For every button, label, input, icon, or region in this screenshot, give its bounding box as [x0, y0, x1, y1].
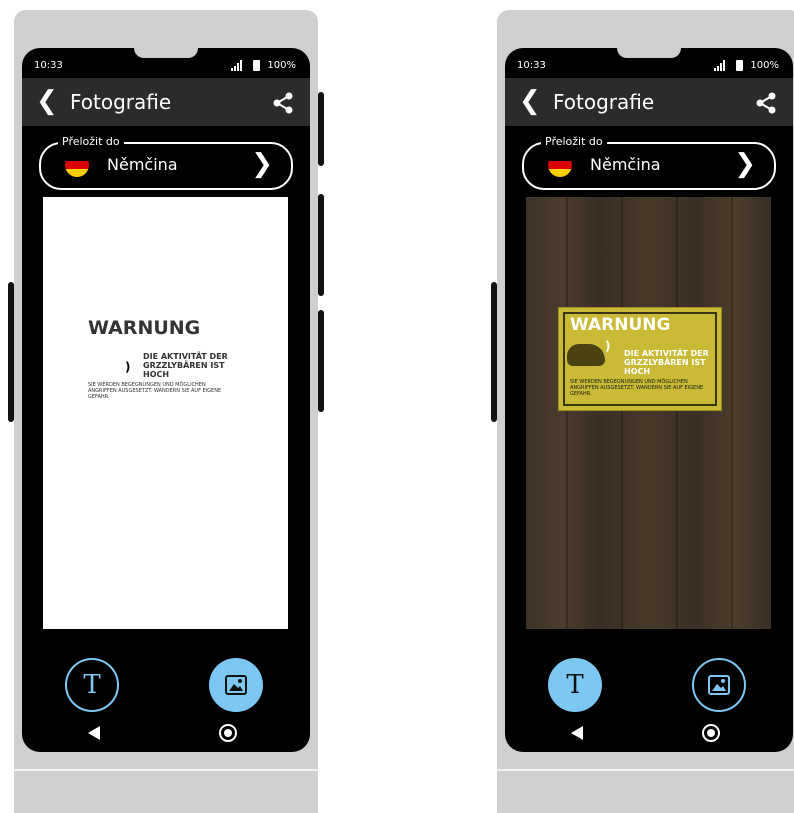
chevron-left-icon[interactable]: ❮ — [519, 86, 541, 116]
device-right: 10:33 100% ❮ Fotografie Přeložit do Němč… — [491, 10, 794, 813]
language-label: Přeložit do — [58, 135, 124, 148]
notch — [617, 48, 681, 58]
nav-back-icon[interactable] — [571, 726, 583, 740]
side-button — [491, 282, 497, 422]
page-title: Fotografie — [70, 90, 172, 114]
photo-preview: WARNUNG ) DIE AKTIVITÄT DER GRZZLYBÄREN … — [526, 197, 771, 629]
share-icon[interactable] — [272, 92, 294, 114]
nav-home-icon[interactable] — [702, 724, 720, 742]
side-button — [318, 310, 324, 412]
language-label: Přeložit do — [541, 135, 607, 148]
notch — [134, 48, 198, 58]
phone-screen: 10:33 100% ❮ Fotografie Přeložit do Němč… — [505, 48, 793, 752]
status-bar: 10:33 100% — [515, 60, 783, 74]
bark-line — [621, 197, 623, 629]
text-mode-button[interactable]: T — [548, 658, 602, 712]
image-mode-button[interactable] — [692, 658, 746, 712]
divider — [497, 769, 794, 771]
side-button — [318, 194, 324, 296]
nav-bar — [22, 718, 310, 748]
device-left: 10:33 100% ❮ Fotografie Přeložit do Němč… — [8, 10, 324, 813]
nav-home-icon[interactable] — [219, 724, 237, 742]
divider — [14, 769, 318, 771]
sign-subtitle-2: GRZZLYBÄREN IST — [143, 361, 225, 370]
phone-screen: 10:33 100% ❮ Fotografie Přeložit do Němč… — [22, 48, 310, 752]
language-selector[interactable]: Němčina ❯ — [39, 142, 293, 190]
germany-flag-icon — [548, 153, 572, 177]
signal-icon — [231, 60, 242, 71]
language-name: Němčina — [590, 155, 661, 174]
signal-icon — [714, 60, 725, 71]
sign-title: WARNUNG — [88, 317, 201, 339]
status-time: 10:33 — [517, 60, 546, 71]
sign-paren: ) — [125, 360, 131, 374]
language-selector[interactable]: Němčina ❯ — [522, 142, 776, 190]
status-time: 10:33 — [34, 60, 63, 71]
image-mode-button[interactable] — [209, 658, 263, 712]
sign-paren: ) — [605, 339, 611, 353]
language-name: Němčina — [107, 155, 178, 174]
bear-silhouette — [567, 344, 605, 366]
chevron-right-icon: ❯ — [734, 149, 756, 179]
nav-bar — [505, 718, 793, 748]
app-bar: ❮ Fotografie — [505, 78, 793, 126]
image-icon — [708, 675, 730, 695]
sign-subtitle-2: GRZZLYBÄREN IST — [624, 358, 706, 367]
sign-body-3: GEFAHR. — [88, 394, 110, 400]
sign-body-3: GEFAHR. — [570, 391, 592, 397]
text-icon: T — [83, 670, 101, 700]
nav-back-icon[interactable] — [88, 726, 100, 740]
battery-percent: 100% — [750, 60, 779, 71]
chevron-left-icon[interactable]: ❮ — [36, 86, 58, 116]
side-button — [8, 282, 14, 422]
text-icon: T — [566, 670, 584, 700]
battery-icon — [736, 60, 743, 71]
bark-line — [676, 197, 678, 629]
sign-subtitle-1: DIE AKTIVITÄT DER — [624, 349, 709, 358]
image-icon — [225, 675, 247, 695]
bark-line — [566, 197, 568, 629]
status-bar: 10:33 100% — [32, 60, 300, 74]
page-title: Fotografie — [553, 90, 655, 114]
sign-title: WARNUNG — [570, 315, 671, 335]
sign-subtitle-1: DIE AKTIVITÄT DER — [143, 352, 228, 361]
battery-percent: 100% — [267, 60, 296, 71]
chevron-right-icon: ❯ — [251, 149, 273, 179]
bark-line — [731, 197, 733, 629]
translation-preview: WARNUNG ) DIE AKTIVITÄT DER GRZZLYBÄREN … — [43, 197, 288, 629]
share-icon[interactable] — [755, 92, 777, 114]
sign-subtitle-3: HOCH — [624, 367, 651, 376]
sign-subtitle-3: HOCH — [143, 370, 170, 379]
app-bar: ❮ Fotografie — [22, 78, 310, 126]
side-button — [318, 92, 324, 166]
germany-flag-icon — [65, 153, 89, 177]
text-mode-button[interactable]: T — [65, 658, 119, 712]
battery-icon — [253, 60, 260, 71]
